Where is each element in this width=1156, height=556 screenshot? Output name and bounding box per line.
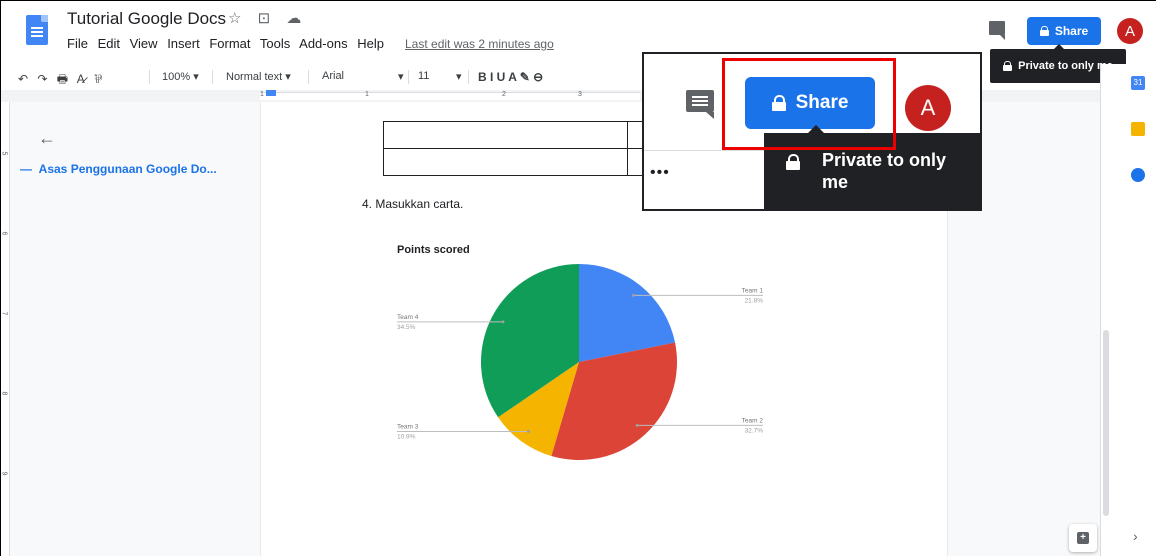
chart-title: Points scored bbox=[397, 244, 470, 256]
pie-label-value: 21.8% bbox=[745, 297, 764, 304]
divider bbox=[644, 150, 764, 151]
menu-addons[interactable]: Add-ons bbox=[299, 36, 347, 51]
font-size-dropdown-icon[interactable]: ▾ bbox=[456, 70, 462, 83]
keep-icon[interactable] bbox=[1131, 122, 1145, 136]
zoom-select[interactable]: 100% ▾ bbox=[162, 70, 199, 83]
font-select[interactable]: Arial bbox=[322, 70, 344, 82]
vertical-ruler: 5 6 7 8 9 bbox=[0, 102, 10, 556]
pie-chart[interactable]: Points scored Team 1 21.8% Team 2 32.7% Team… bbox=[375, 236, 775, 466]
menu-bar: File Edit View Insert Format Tools Add-o… bbox=[67, 36, 390, 51]
share-button[interactable]: Share bbox=[1027, 17, 1101, 45]
indent-marker[interactable] bbox=[266, 90, 276, 96]
explore-icon: + bbox=[1077, 532, 1089, 544]
back-arrow-icon[interactable]: ← bbox=[38, 128, 56, 149]
menu-file[interactable]: File bbox=[67, 36, 88, 51]
comment-history-icon[interactable] bbox=[989, 21, 1005, 40]
menu-edit[interactable]: Edit bbox=[98, 36, 120, 51]
pie-label-value: 32.7% bbox=[745, 427, 764, 434]
red-highlight-box bbox=[722, 58, 896, 150]
pie-label-value: 34.5% bbox=[397, 324, 416, 331]
font-size-input[interactable]: 11 bbox=[418, 70, 429, 82]
menu-format[interactable]: Format bbox=[209, 36, 250, 51]
menu-view[interactable]: View bbox=[130, 36, 158, 51]
share-label: Share bbox=[1054, 24, 1089, 38]
font-dropdown-icon[interactable]: ▾ bbox=[398, 70, 404, 83]
tasks-icon[interactable] bbox=[1131, 168, 1145, 182]
format-icons[interactable]: B I U A ✎ ⊖ bbox=[478, 70, 543, 84]
tooltip-line-1: Private to only bbox=[822, 150, 947, 170]
docs-logo-icon[interactable] bbox=[26, 15, 48, 45]
menu-tools[interactable]: Tools bbox=[260, 36, 290, 51]
pie-label-name: Team 2 bbox=[742, 417, 764, 424]
pie-label-name: Team 1 bbox=[742, 287, 764, 294]
lock-icon bbox=[1039, 26, 1049, 36]
more-dots-icon[interactable]: ••• bbox=[650, 164, 670, 182]
avatar[interactable]: A bbox=[1117, 18, 1143, 44]
explore-button[interactable]: + bbox=[1069, 524, 1097, 552]
doc-title[interactable]: Tutorial Google Docs bbox=[67, 9, 226, 29]
menu-insert[interactable]: Insert bbox=[167, 36, 200, 51]
toolbar: ↶ ↷ 🖶 A̷ ⅌ 100% ▾ Normal text ▾ Arial ▾ … bbox=[0, 64, 1156, 90]
pie-label-value: 10.9% bbox=[397, 434, 416, 441]
chevron-right-icon[interactable]: › bbox=[1133, 528, 1138, 544]
undo-redo-print-icons[interactable]: ↶ ↷ 🖶 A̷ ⅌ bbox=[18, 70, 105, 91]
last-edit-link[interactable]: Last edit was 2 minutes ago bbox=[405, 37, 554, 51]
lock-icon bbox=[786, 154, 800, 170]
comment-history-icon[interactable] bbox=[686, 90, 714, 119]
outline-heading[interactable]: — Asas Penggunaan Google Do... bbox=[20, 162, 217, 176]
list-item[interactable]: 4. Masukkan carta. bbox=[362, 197, 463, 211]
style-select[interactable]: Normal text ▾ bbox=[226, 70, 291, 83]
tooltip-line-2: me bbox=[822, 172, 849, 192]
avatar-zoomed[interactable]: A bbox=[905, 85, 951, 131]
menu-help[interactable]: Help bbox=[357, 36, 384, 51]
header: Tutorial Google Docs ☆ ⊡ ☁ File Edit Vie… bbox=[0, 0, 1156, 83]
scrollbar[interactable] bbox=[1103, 330, 1109, 516]
star-move-cloud-icons[interactable]: ☆ ⊡ ☁ bbox=[228, 9, 307, 27]
calendar-icon[interactable]: 31 bbox=[1131, 76, 1145, 90]
horizontal-ruler: 1 1 2 3 bbox=[0, 90, 1156, 102]
pie-label-name: Team 3 bbox=[397, 424, 419, 431]
pie-label-name: Team 4 bbox=[397, 314, 419, 321]
